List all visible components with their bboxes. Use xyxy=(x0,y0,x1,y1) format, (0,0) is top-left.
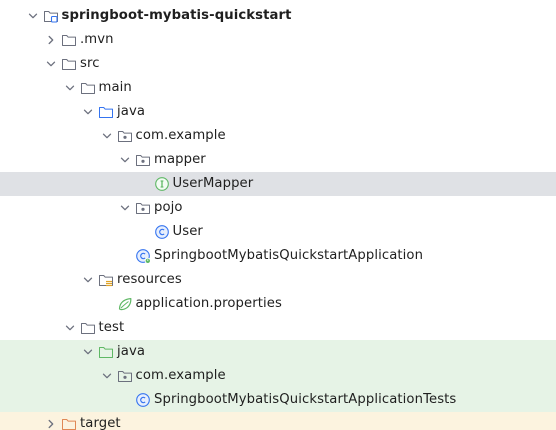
tree-item-test[interactable]: test xyxy=(0,316,556,340)
chevron-right-icon[interactable] xyxy=(43,416,59,430)
tree-item-java[interactable]: java xyxy=(0,100,556,124)
tree-item-java[interactable]: java xyxy=(0,340,556,364)
source-folder-icon xyxy=(98,104,114,120)
tree-item-user[interactable]: User xyxy=(0,220,556,244)
package-icon xyxy=(117,128,133,144)
chevron-down-icon[interactable] xyxy=(62,80,78,96)
tree-item-label: target xyxy=(80,416,121,430)
tree-item-springbootmybatisquickstartapplicationtests[interactable]: SpringbootMybatisQuickstartApplicationTe… xyxy=(0,388,556,412)
tree-item-label: com.example xyxy=(135,368,226,383)
tree-item-application-properties[interactable]: application.properties xyxy=(0,292,556,316)
interface-icon xyxy=(154,176,170,192)
tree-item-springbootmybatisquickstartapplication[interactable]: SpringbootMybatisQuickstartApplication xyxy=(0,244,556,268)
tree-item-label: SpringbootMybatisQuickstartApplication xyxy=(154,248,424,263)
tree-item-label: UserMapper xyxy=(172,176,254,191)
tree-item-label: com.example xyxy=(135,128,226,143)
tree-item-pojo[interactable]: pojo xyxy=(0,196,556,220)
chevron-down-icon[interactable] xyxy=(99,368,115,384)
tree-item-target[interactable]: target xyxy=(0,412,556,430)
tree-item-src[interactable]: src xyxy=(0,52,556,76)
chevron-down-icon[interactable] xyxy=(117,200,133,216)
tree-item-label: pojo xyxy=(154,200,183,215)
tree-item-label: test xyxy=(98,320,125,335)
tree-item-label: java xyxy=(117,344,146,359)
tree-item-label: User xyxy=(172,224,203,239)
tree-item-label: application.properties xyxy=(135,296,282,311)
package-icon xyxy=(135,152,151,168)
folder-icon xyxy=(80,320,96,336)
excluded-folder-icon xyxy=(61,416,77,430)
chevron-down-icon[interactable] xyxy=(99,128,115,144)
class-icon xyxy=(154,224,170,240)
tree-item-resources[interactable]: resources xyxy=(0,268,556,292)
folder-icon xyxy=(61,32,77,48)
tree-item--mvn[interactable]: .mvn xyxy=(0,28,556,52)
chevron-down-icon[interactable] xyxy=(25,8,41,24)
chevron-down-icon[interactable] xyxy=(80,344,96,360)
tree-item-springboot-mybatis-quickstart[interactable]: springboot-mybatis-quickstart xyxy=(0,4,556,28)
class-icon xyxy=(135,392,151,408)
tree-item-label: SpringbootMybatisQuickstartApplicationTe… xyxy=(154,392,457,407)
tree-item-label: src xyxy=(80,56,100,71)
project-tree: springboot-mybatis-quickstart .mvn src main… xyxy=(0,0,556,430)
chevron-down-icon[interactable] xyxy=(80,272,96,288)
chevron-down-icon[interactable] xyxy=(43,56,59,72)
tree-item-label: java xyxy=(117,104,146,119)
tree-item-usermapper[interactable]: UserMapper xyxy=(0,172,556,196)
tree-item-main[interactable]: main xyxy=(0,76,556,100)
tree-item-mapper[interactable]: mapper xyxy=(0,148,556,172)
folder-icon xyxy=(61,56,77,72)
chevron-down-icon[interactable] xyxy=(80,104,96,120)
tree-item-label: resources xyxy=(117,272,182,287)
chevron-down-icon[interactable] xyxy=(62,320,78,336)
tree-item-label: main xyxy=(98,80,132,95)
chevron-down-icon[interactable] xyxy=(117,152,133,168)
package-icon xyxy=(117,368,133,384)
spring-properties-icon xyxy=(117,296,133,312)
chevron-right-icon[interactable] xyxy=(43,32,59,48)
tree-item-com-example[interactable]: com.example xyxy=(0,124,556,148)
folder-icon xyxy=(80,80,96,96)
spring-boot-class-icon xyxy=(135,248,151,264)
resources-folder-icon xyxy=(98,272,114,288)
tree-item-label: mapper xyxy=(154,152,206,167)
module-folder-icon xyxy=(43,8,59,24)
test-folder-icon xyxy=(98,344,114,360)
package-icon xyxy=(135,200,151,216)
tree-item-com-example[interactable]: com.example xyxy=(0,364,556,388)
tree-item-label: .mvn xyxy=(80,32,114,47)
tree-item-label: springboot-mybatis-quickstart xyxy=(61,8,292,23)
